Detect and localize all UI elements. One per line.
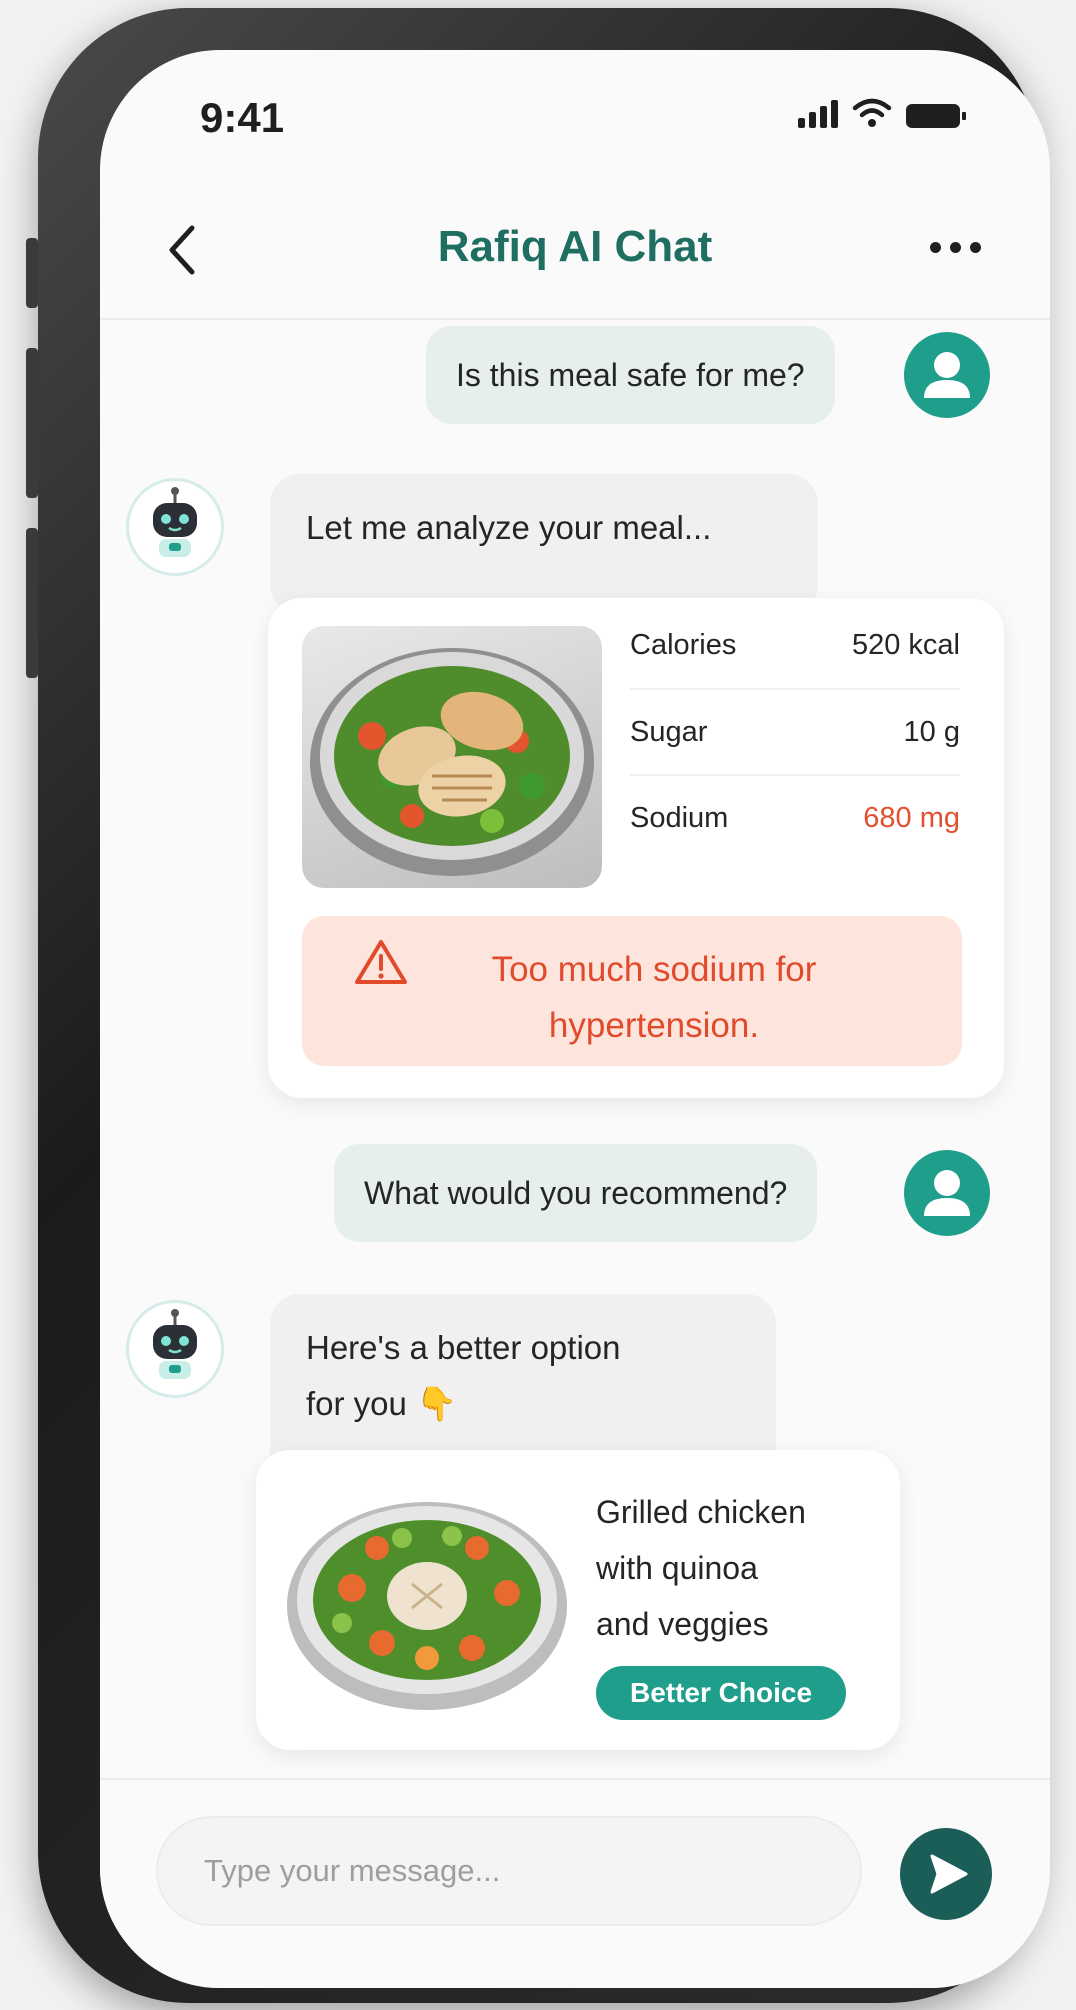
warning-line: Too much sodium for xyxy=(491,950,817,989)
meal-analysis-card: Calories 520 kcal Sugar 10 g Sodium 680 … xyxy=(268,598,1004,1098)
send-button[interactable] xyxy=(900,1828,992,1920)
recommendation-card[interactable]: Grilled chicken with quinoa and veggies … xyxy=(256,1450,900,1750)
more-icon xyxy=(930,241,941,253)
chat-header: Rafiq AI Chat xyxy=(100,180,1050,320)
warning-icon xyxy=(355,940,407,984)
bot-message: Let me analyze your meal... xyxy=(270,474,818,614)
bot-avatar xyxy=(126,478,224,576)
page-title: Rafiq AI Chat xyxy=(437,222,713,271)
user-message: What would you recommend? xyxy=(334,1144,818,1242)
warning-line: hypertension. xyxy=(548,1006,760,1045)
wifi-icon xyxy=(852,98,892,127)
mute-switch xyxy=(26,528,38,678)
battery-icon xyxy=(906,104,966,128)
phone-frame: 9:41 Rafiq AI Chat Is this meal safe for… xyxy=(26,8,1050,2003)
nutrition-label: Sugar xyxy=(630,715,708,748)
warning-message: Too much sodium for hypertension. xyxy=(464,942,844,1054)
nutrition-row-sugar: Sugar 10 g xyxy=(630,688,960,774)
sodium-warning: Too much sodium for hypertension. xyxy=(302,916,962,1066)
user-avatar xyxy=(904,332,990,418)
more-button[interactable] xyxy=(930,232,990,262)
user-avatar xyxy=(904,1150,990,1236)
user-icon xyxy=(924,1170,970,1216)
meal-image xyxy=(302,626,602,888)
user-icon xyxy=(924,352,970,398)
volume-up-button xyxy=(26,238,38,308)
robot-icon xyxy=(153,1309,197,1379)
signal-icon xyxy=(798,98,838,128)
bot-message-line: Here's a better option xyxy=(306,1329,621,1366)
bot-message-line: for you 👇 xyxy=(306,1385,458,1422)
nutrition-row-calories: Calories 520 kcal xyxy=(630,602,960,688)
app-screen: 9:41 Rafiq AI Chat Is this meal safe for… xyxy=(100,50,1050,1988)
better-choice-badge[interactable]: Better Choice xyxy=(596,1666,846,1720)
nutrition-value-warning: 680 mg xyxy=(863,801,960,834)
recommended-meal-image xyxy=(282,1478,572,1718)
recommended-meal-description: Grilled chicken with quinoa and veggies xyxy=(596,1484,806,1652)
recommendation-line: with quinoa xyxy=(596,1550,758,1586)
status-bar: 9:41 xyxy=(100,50,1050,180)
recommendation-line: and veggies xyxy=(596,1606,769,1642)
status-icons xyxy=(798,98,966,128)
status-time: 9:41 xyxy=(200,94,285,141)
recommendation-line: Grilled chicken xyxy=(596,1494,806,1530)
nutrition-row-sodium: Sodium 680 mg xyxy=(630,774,960,860)
message-composer xyxy=(100,1778,1050,1988)
nutrition-label: Sodium xyxy=(630,801,729,834)
user-message: Is this meal safe for me? xyxy=(426,326,835,424)
volume-down-button xyxy=(26,348,38,498)
nutrition-value: 520 kcal xyxy=(851,628,960,661)
nutrition-label: Calories xyxy=(630,628,737,661)
robot-icon xyxy=(153,487,197,557)
nutrition-value: 10 g xyxy=(903,715,960,748)
send-icon xyxy=(930,1854,968,1894)
bot-avatar xyxy=(126,1300,224,1398)
message-input[interactable] xyxy=(156,1816,862,1926)
